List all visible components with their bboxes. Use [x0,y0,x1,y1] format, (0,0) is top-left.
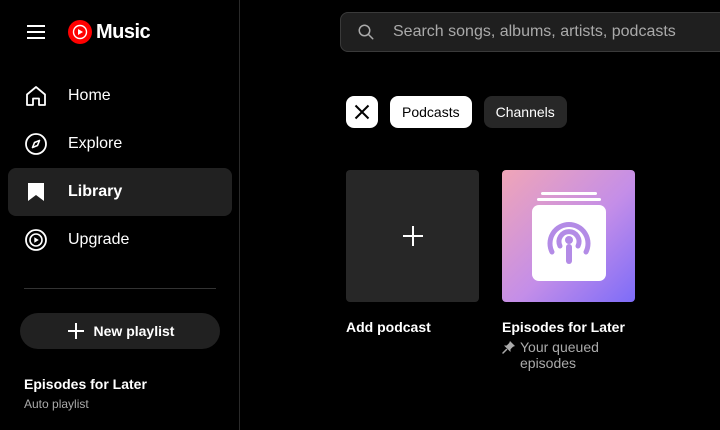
chip-podcasts[interactable]: Podcasts [390,96,472,128]
app-logo[interactable]: Music [68,20,151,44]
music-logo-icon [68,20,92,44]
hamburger-icon [27,25,45,39]
card-title[interactable]: Add podcast [346,319,479,335]
search-input[interactable] [393,23,720,41]
playlist-title: Episodes for Later [24,376,147,392]
menu-button[interactable] [24,20,48,44]
close-icon [354,104,370,120]
sidebar-divider [24,288,216,289]
sidebar: Music Home Explore Library Upgrade New p… [0,0,240,430]
sidebar-item-upgrade[interactable]: Upgrade [8,216,232,264]
search-bar[interactable] [340,12,720,52]
sidebar-nav: Home Explore Library Upgrade [8,72,232,264]
sidebar-item-label: Explore [68,135,123,152]
sidebar-item-label: Library [68,183,123,200]
playlist-subtitle: Auto playlist [24,397,89,411]
filter-chips: Podcasts Channels [346,96,567,128]
new-playlist-button[interactable]: New playlist [20,313,220,349]
card-subtitle-text: Your queued episodes [520,339,599,371]
add-podcast-thumbnail[interactable] [346,170,479,302]
upgrade-icon [24,228,48,252]
bookmark-icon [24,180,48,204]
pin-icon [502,341,515,354]
logo-text: Music [96,20,151,43]
search-icon [358,24,374,40]
sidebar-item-label: Home [68,87,111,104]
clear-filter-button[interactable] [346,96,378,128]
episodes-for-later-thumbnail[interactable] [502,170,635,302]
compass-icon [24,132,48,156]
home-icon [24,84,48,108]
sidebar-item-home[interactable]: Home [8,72,232,120]
sidebar-item-library[interactable]: Library [8,168,232,216]
chip-channels[interactable]: Channels [483,96,567,128]
new-playlist-label: New playlist [93,323,175,339]
sidebar-playlist-episodes-for-later[interactable]: Episodes for Later Auto playlist [24,376,147,411]
card-title[interactable]: Episodes for Later [502,319,635,335]
plus-icon [402,226,423,246]
plus-icon [67,323,84,339]
podcast-stack-icon [531,192,606,281]
add-podcast-card[interactable]: Add podcast [346,170,479,335]
sidebar-item-label: Upgrade [68,231,130,248]
episodes-for-later-card[interactable]: Episodes for Later Your queued episodes [502,170,635,371]
card-subtitle: Your queued episodes [502,339,635,371]
sidebar-item-explore[interactable]: Explore [8,120,232,168]
